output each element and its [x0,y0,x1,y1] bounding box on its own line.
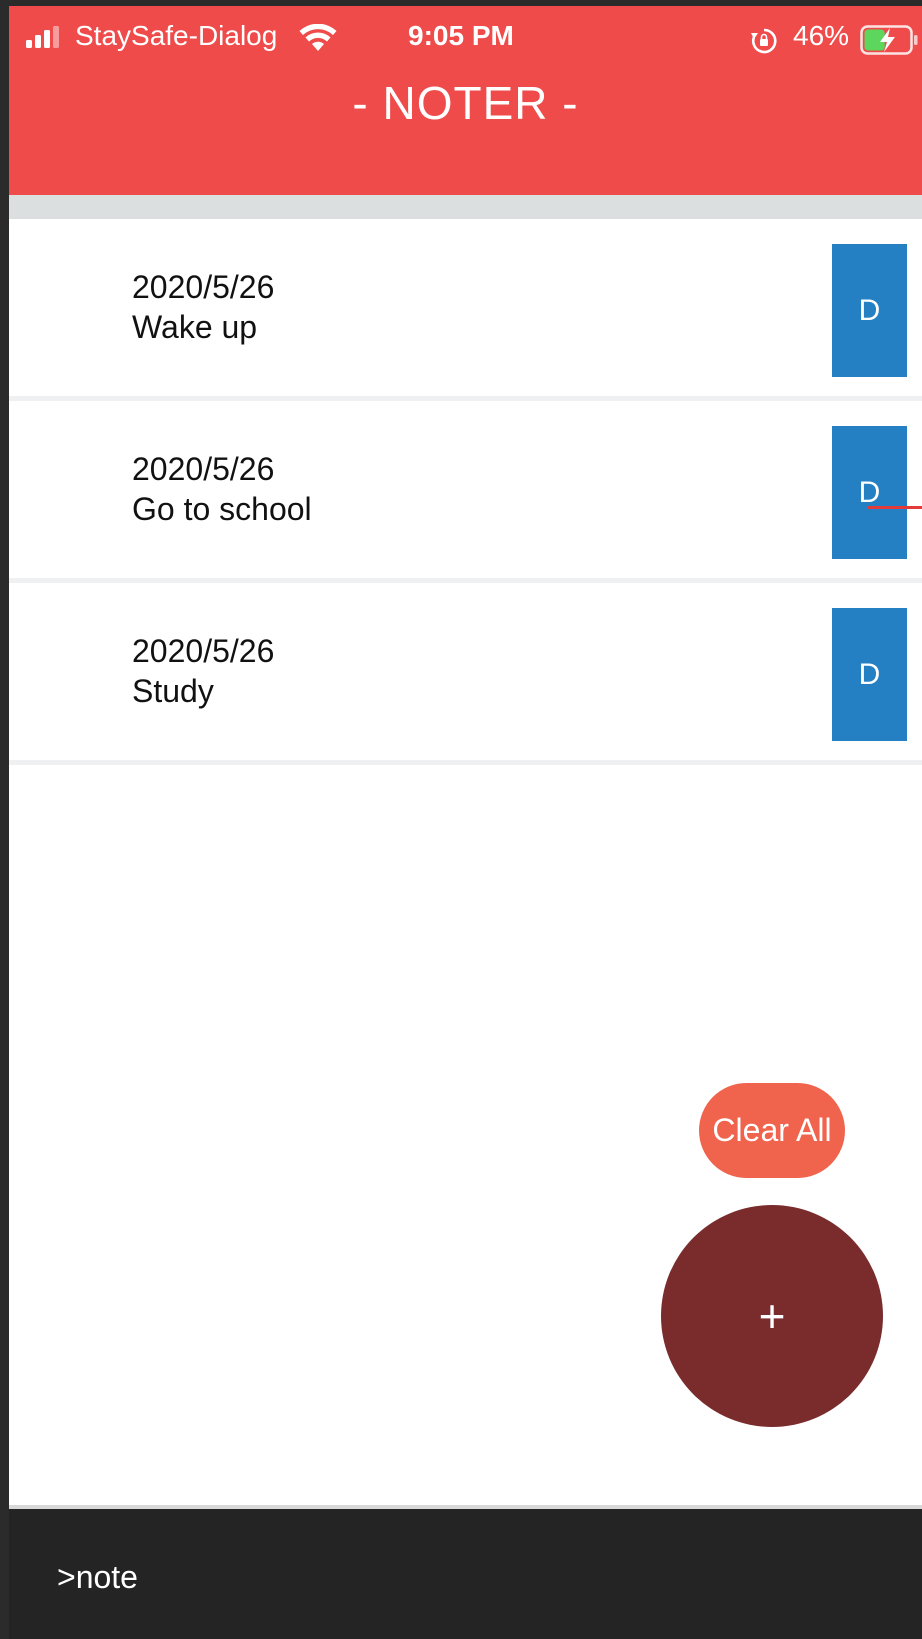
note-date: 2020/5/26 [132,451,275,487]
rotation-lock-icon [751,28,777,54]
app-header: StaySafe-Dialog 9:05 PM 46% - NOTER - [9,6,922,195]
command-bar: >note [9,1509,922,1639]
status-bar: StaySafe-Dialog 9:05 PM 46% [9,6,922,66]
clear-all-button[interactable]: Clear All [699,1083,845,1178]
note-text: 2020/5/26 Wake up [132,267,274,347]
note-text: 2020/5/26 Study [132,631,274,711]
note-item[interactable]: 2020/5/26 Wake up D [9,219,922,401]
app-screen: StaySafe-Dialog 9:05 PM 46% - NOTER - 20… [9,6,922,1639]
note-date: 2020/5/26 [132,269,275,305]
note-title: Wake up [132,309,258,345]
app-title: - NOTER - [352,77,579,129]
pointer-line [867,506,922,509]
note-title: Study [132,673,214,709]
delete-note-button[interactable]: D [832,426,907,559]
add-note-button[interactable]: + [661,1205,883,1427]
delete-note-button[interactable]: D [832,608,907,741]
battery-percent: 46% [793,20,850,51]
note-text: 2020/5/26 Go to school [132,449,312,529]
wifi-icon [299,24,337,51]
delete-note-button[interactable]: D [832,244,907,377]
note-date: 2020/5/26 [132,633,275,669]
note-title: Go to school [132,491,312,527]
status-time: 9:05 PM [408,20,514,51]
note-item[interactable]: 2020/5/26 Study D [9,583,922,765]
header-divider [9,195,922,219]
signal-icon [26,26,59,48]
note-list: 2020/5/26 Wake up D 2020/5/26 Go to scho… [9,219,922,765]
command-input[interactable]: >note [57,1557,138,1597]
note-item[interactable]: 2020/5/26 Go to school D [9,401,922,583]
carrier-name: StaySafe-Dialog [75,20,278,51]
battery-charging-icon [860,25,918,55]
